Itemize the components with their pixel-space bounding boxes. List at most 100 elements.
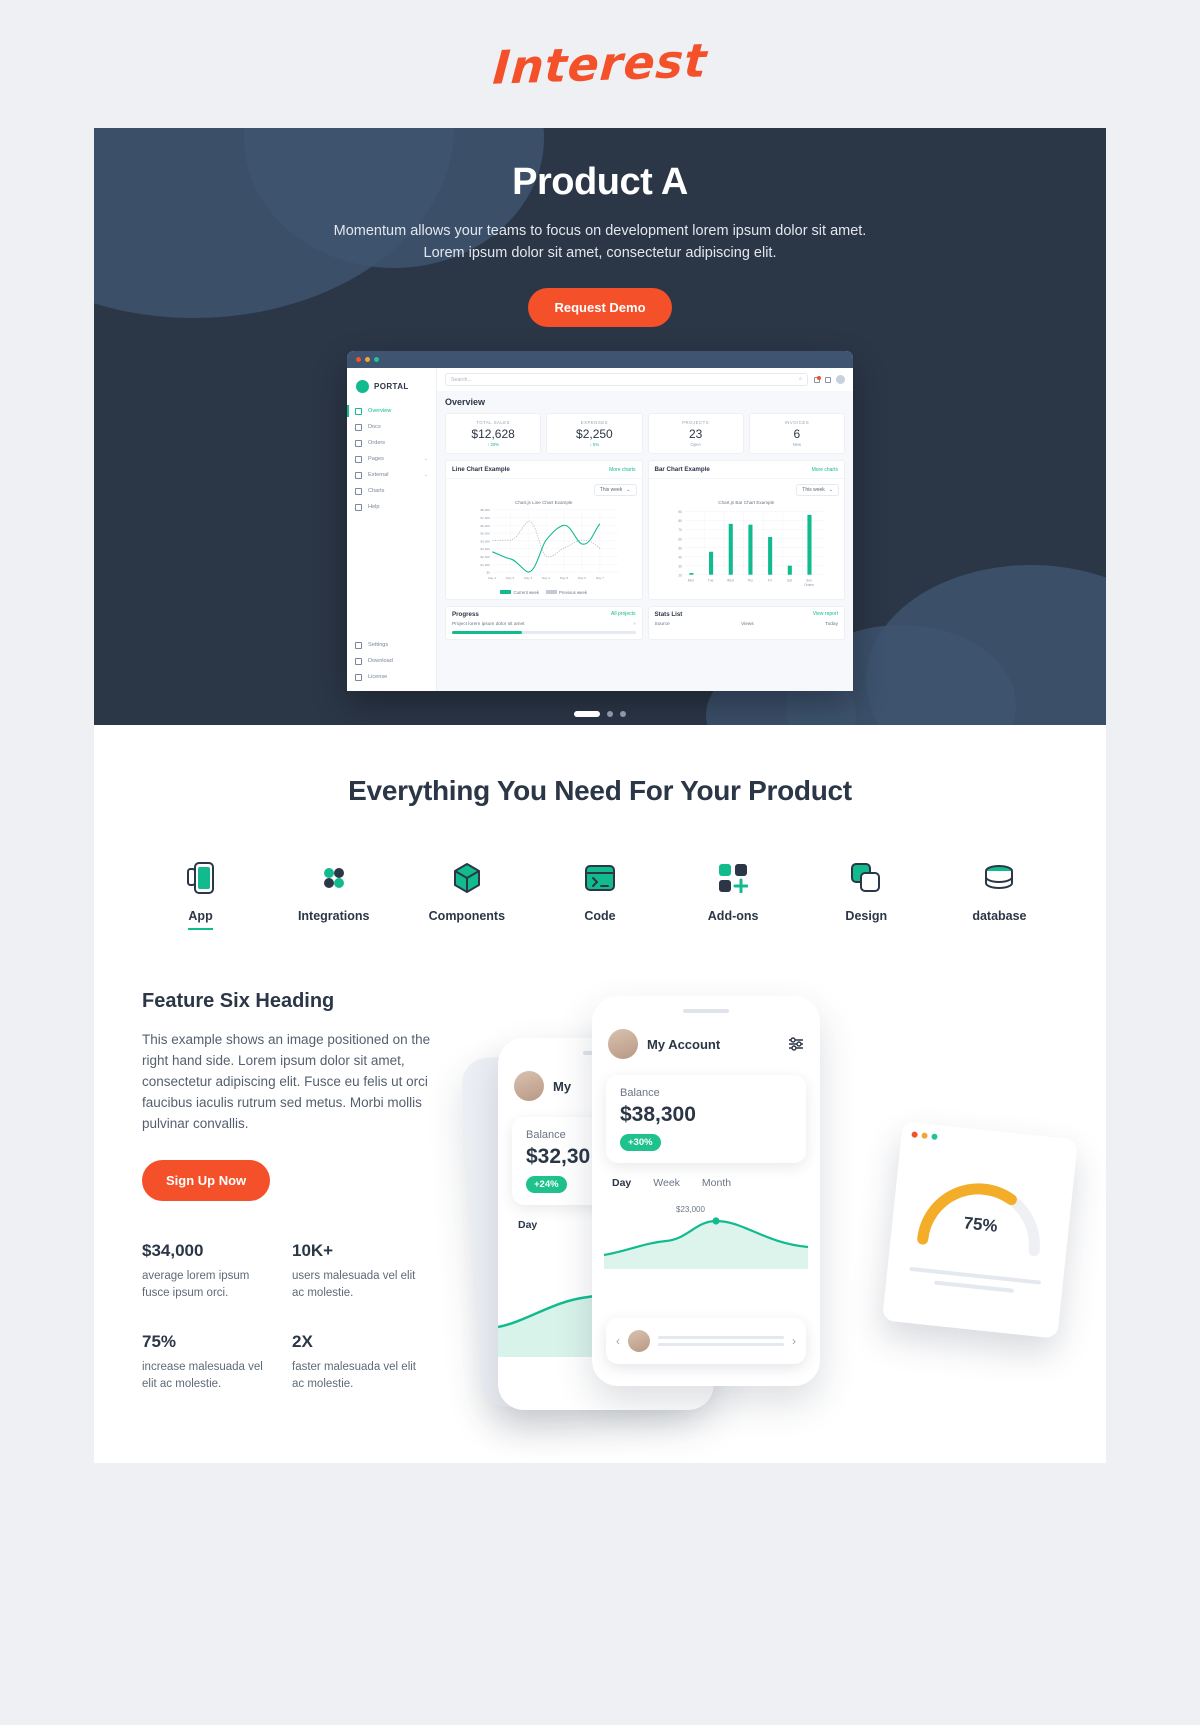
- svg-text:80: 80: [678, 519, 682, 523]
- sidebar-item-help[interactable]: Help: [347, 499, 436, 515]
- notifications-icon[interactable]: [814, 375, 821, 383]
- window-minimize-dot: [365, 357, 370, 362]
- phone-mid-segment[interactable]: Day: [518, 1219, 537, 1231]
- tab-code[interactable]: Code: [533, 859, 666, 930]
- sign-up-now-button[interactable]: Sign Up Now: [142, 1160, 271, 1201]
- feature-six-title: Feature Six Heading: [142, 990, 335, 1012]
- bar-chart-svg: 908070 605040 3020 Mon Tue Wed Thu Fri S…: [678, 510, 825, 587]
- carousel-dot-1[interactable]: [574, 711, 600, 717]
- chevron-right-icon[interactable]: ›: [792, 1334, 796, 1348]
- portal-logo-icon: [356, 380, 369, 393]
- more-charts-link[interactable]: More charts: [812, 467, 838, 473]
- avatar[interactable]: [836, 375, 845, 384]
- sidebar-item-download[interactable]: Download: [347, 653, 436, 669]
- tab-design[interactable]: Design: [800, 859, 933, 930]
- stats-col-source: Source: [654, 622, 670, 627]
- svg-text:Day 2: Day 2: [506, 576, 514, 580]
- kpi-value: $34,000: [142, 1241, 204, 1260]
- phone-front: My Account Balance $38,300 +30% Day Week…: [592, 996, 820, 1386]
- home-icon: [355, 407, 362, 415]
- brand-header: Interest: [0, 0, 1200, 128]
- orders-icon: [355, 439, 362, 447]
- dashboard-sidebar: PORTAL Overview Docs Orders Pages ⌄ Exte…: [347, 368, 437, 691]
- chevron-down-icon: ⌄: [828, 487, 833, 493]
- line-chart-legend: Current week Previous week: [451, 590, 637, 595]
- kpi-item: 10K+ users malesuada vel elit ac molesti…: [292, 1241, 442, 1302]
- svg-text:30: 30: [678, 564, 682, 568]
- svg-text:70: 70: [678, 528, 682, 532]
- gear-icon: [355, 641, 362, 649]
- carousel-dot-3[interactable]: [620, 711, 626, 717]
- segment-month[interactable]: Month: [702, 1177, 731, 1189]
- svg-text:Sun: Sun: [806, 578, 812, 582]
- tab-label: Add-ons: [707, 909, 759, 923]
- view-report-link[interactable]: View report: [813, 611, 838, 618]
- chevron-down-icon: ⌄: [423, 472, 428, 478]
- chevron-left-icon[interactable]: ‹: [616, 1334, 620, 1348]
- dashboard-logo[interactable]: PORTAL: [347, 376, 436, 403]
- sidebar-item-docs[interactable]: Docs: [347, 419, 436, 435]
- avatar: [514, 1071, 544, 1101]
- sidebar-item-settings[interactable]: Settings: [347, 637, 436, 653]
- phone-mid-title: My: [553, 1078, 572, 1094]
- tab-label: Code: [584, 909, 616, 923]
- landing-page: Interest Product A Momentum allows your …: [0, 0, 1200, 1725]
- tab-database[interactable]: database: [933, 859, 1066, 930]
- sidebar-item-charts[interactable]: Charts: [347, 483, 436, 499]
- svg-text:Mon: Mon: [687, 578, 694, 582]
- placeholder-lines: [658, 1332, 784, 1350]
- hero-subtitle-line-2: Lorem ipsum dolor sit amet, consectetur …: [423, 245, 777, 261]
- mockup-window-bar: [347, 351, 853, 368]
- svg-text:$4,000: $4,000: [480, 539, 490, 543]
- more-charts-link[interactable]: More charts: [609, 467, 635, 473]
- tab-addons[interactable]: Add-ons: [667, 859, 800, 930]
- svg-text:Day 7: Day 7: [596, 576, 604, 580]
- sidebar-item-pages[interactable]: Pages ⌄: [347, 451, 436, 467]
- line-chart-caption: Chart.js Line Chart Example: [515, 500, 573, 505]
- segment-day[interactable]: Day: [612, 1177, 631, 1189]
- segment-week[interactable]: Week: [653, 1177, 680, 1189]
- kpi-description: users malesuada vel elit ac molestie.: [292, 1270, 416, 1299]
- svg-text:$7,000: $7,000: [480, 516, 490, 520]
- svg-text:20: 20: [678, 573, 682, 577]
- stat-card-expenses: EXPENSES $2,250 ↓ 5%: [546, 413, 643, 454]
- chart-point-label: $23,000: [676, 1205, 705, 1214]
- help-icon: [355, 503, 362, 511]
- gear-icon[interactable]: [825, 376, 831, 383]
- page-title: Overview: [445, 397, 486, 407]
- avatar: [608, 1029, 638, 1059]
- sidebar-item-overview[interactable]: Overview: [347, 403, 436, 419]
- phone-front-chart: $23,000: [603, 1199, 809, 1271]
- brand-logo[interactable]: Interest: [491, 33, 709, 95]
- sidebar-item-license[interactable]: License: [347, 669, 436, 685]
- search-input[interactable]: Search... ⌕: [445, 373, 808, 386]
- carousel-dots: [94, 711, 1106, 717]
- hero-section: Product A Momentum allows your teams to …: [94, 128, 1106, 725]
- gauge-widget: 75%: [882, 1121, 1078, 1339]
- kpi-description: average lorem ipsum fusce ipsum orci.: [142, 1270, 250, 1299]
- feature-six-section: Feature Six Heading This example shows a…: [94, 930, 1106, 1423]
- tab-integrations[interactable]: Integrations: [267, 859, 400, 930]
- hero-title: Product A: [512, 161, 688, 203]
- avatar: [628, 1330, 650, 1352]
- svg-text:$5,000: $5,000: [480, 532, 490, 536]
- settings-sliders-icon[interactable]: [788, 1037, 804, 1051]
- external-icon: [355, 471, 362, 479]
- search-icon: ⌕: [799, 376, 802, 382]
- request-demo-button[interactable]: Request Demo: [528, 288, 672, 327]
- stat-label: PROJECTS: [682, 420, 710, 425]
- bar-range-select[interactable]: This week ⌄: [796, 484, 839, 496]
- window-close-dot: [356, 357, 361, 362]
- line-range-select[interactable]: This week ⌄: [593, 484, 637, 496]
- all-projects-link[interactable]: All projects: [611, 611, 635, 618]
- tab-components[interactable]: Components: [400, 859, 533, 930]
- carousel-dot-2[interactable]: [607, 711, 613, 717]
- stats-col-today: Today: [825, 622, 838, 627]
- dashboard-mockup: PORTAL Overview Docs Orders Pages ⌄ Exte…: [347, 351, 853, 691]
- sidebar-item-orders[interactable]: Orders: [347, 435, 436, 451]
- stat-delta: ↑ 20%: [487, 442, 500, 447]
- tab-label: Integrations: [297, 909, 370, 923]
- stat-card-invoices: INVOICES 6 New: [748, 413, 845, 454]
- sidebar-item-external[interactable]: External ⌄: [347, 467, 436, 483]
- tab-app[interactable]: App: [134, 859, 267, 930]
